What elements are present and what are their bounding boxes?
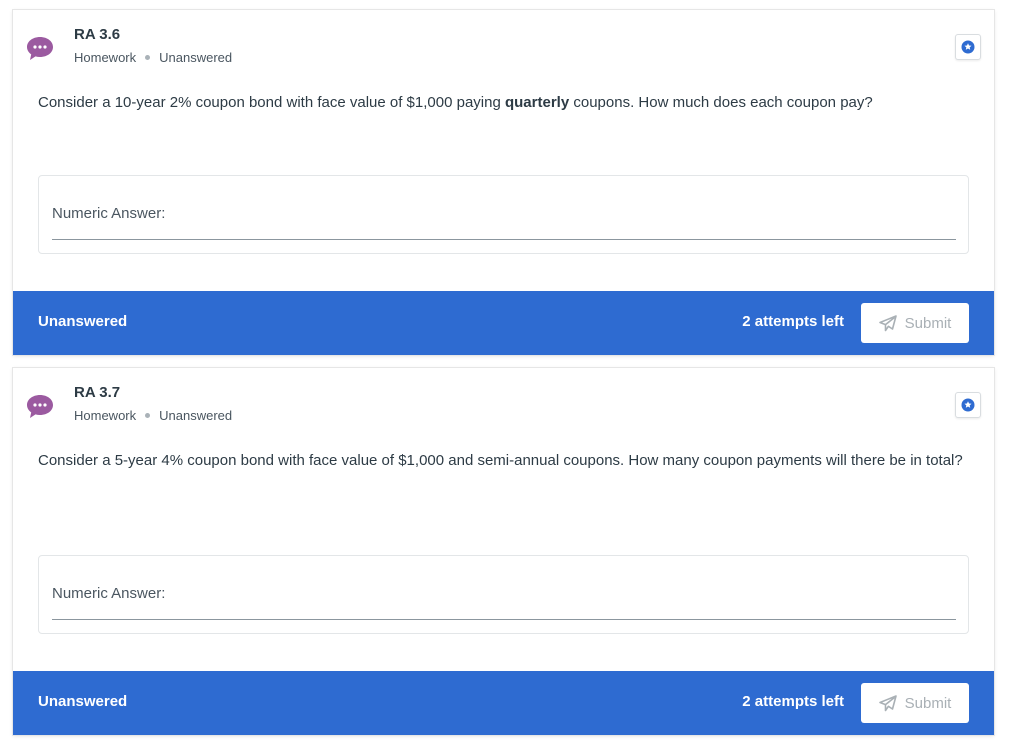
attempts-left: 2 attempts left <box>742 693 844 710</box>
question-footer: Unanswered 2 attempts left Submit <box>13 671 994 735</box>
separator-dot <box>145 413 151 418</box>
footer-status: Unanswered <box>38 693 128 710</box>
question-text: Consider a 10-year 2% coupon bond with f… <box>38 92 970 114</box>
question-text: Consider a 5-year 4% coupon bond with fa… <box>38 452 963 469</box>
question-footer: Unanswered 2 attempts left Submit <box>13 291 994 355</box>
star-badge-icon <box>961 40 975 54</box>
star-button[interactable] <box>955 392 981 418</box>
numeric-answer-input[interactable] <box>52 582 956 620</box>
question-type: Homework <box>74 50 137 65</box>
submit-label: Submit <box>904 694 952 712</box>
question-text-emphasis: quarterly <box>504 94 570 111</box>
question-card: RA 3.7 Homework Unanswered Consider a 5-… <box>13 368 994 735</box>
footer-status: Unanswered <box>38 313 128 330</box>
question-status: Unanswered <box>159 50 233 65</box>
question-title: RA 3.7 <box>74 384 121 401</box>
chat-bubble-icon <box>26 36 54 61</box>
answer-box: Numeric Answer: <box>38 175 969 254</box>
question-text-part: coupons. How much does each coupon pay? <box>569 94 873 111</box>
submit-label: Submit <box>904 314 952 332</box>
star-badge-icon <box>961 398 975 412</box>
question-title: RA 3.6 <box>74 26 121 43</box>
question-text-part: Consider a 10-year 2% coupon bond with f… <box>38 94 505 111</box>
separator-dot <box>145 55 151 60</box>
chat-bubble-icon <box>26 394 54 419</box>
submit-button[interactable]: Submit <box>861 303 969 343</box>
star-button[interactable] <box>955 34 981 60</box>
answer-box: Numeric Answer: <box>38 555 969 634</box>
attempts-left: 2 attempts left <box>742 313 844 330</box>
question-meta: Homework Unanswered <box>74 50 232 65</box>
question-type: Homework <box>74 408 137 423</box>
numeric-answer-input[interactable] <box>52 202 956 240</box>
paper-plane-icon <box>878 314 897 331</box>
question-meta: Homework Unanswered <box>74 408 232 423</box>
submit-button[interactable]: Submit <box>861 683 969 723</box>
question-card: RA 3.6 Homework Unanswered Consider a 10… <box>13 10 994 355</box>
paper-plane-icon <box>878 694 897 711</box>
question-status: Unanswered <box>159 408 233 423</box>
